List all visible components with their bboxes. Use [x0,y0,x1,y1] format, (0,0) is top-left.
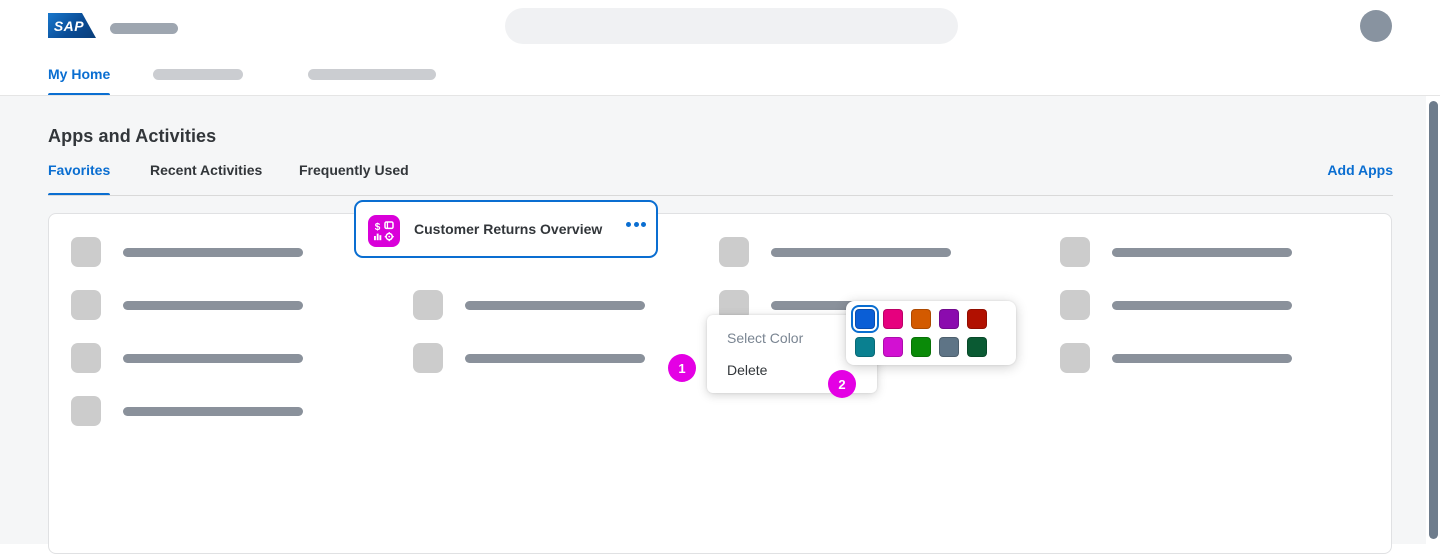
tabs-divider [48,195,1393,196]
app-icon-placeholder [71,237,101,267]
app-icon-placeholder [1060,290,1090,320]
color-swatch-slate[interactable] [939,337,959,357]
color-swatch-dark-green[interactable] [967,337,987,357]
color-swatch-orange[interactable] [911,309,931,329]
app-icon-placeholder [71,343,101,373]
shell-header: SAP [0,0,1440,52]
color-swatch-dark-red[interactable] [967,309,987,329]
nav-tab-placeholder-1[interactable] [153,69,243,80]
color-swatch-grid [851,305,1007,357]
app-icon-placeholder [719,237,749,267]
app-icon-placeholder [413,290,443,320]
page-scrollbar-thumb[interactable] [1429,101,1438,539]
color-swatch-purple[interactable] [939,309,959,329]
tab-frequently-used[interactable]: Frequently Used [299,162,409,196]
shell-search-input[interactable] [505,8,958,44]
color-swatch-magenta[interactable] [883,337,903,357]
app-label-placeholder [1112,353,1292,363]
app-icon-placeholder [1060,237,1090,267]
overflow-dots-icon[interactable] [626,221,646,227]
app-skeleton-row[interactable] [719,231,951,273]
app-skeleton-row[interactable] [71,284,303,326]
tab-recent-activities[interactable]: Recent Activities [150,162,262,196]
app-tile-label: Customer Returns Overview [414,221,603,237]
nav-tab-my-home[interactable]: My Home [48,52,111,96]
tab-recent-activities-label: Recent Activities [150,162,263,178]
section-tabs: Favorites Recent Activities Frequently U… [48,162,1393,196]
user-avatar[interactable] [1360,10,1392,42]
app-label-placeholder [123,406,303,416]
app-skeleton-row[interactable] [1060,337,1292,379]
sap-logo[interactable]: SAP [48,13,96,38]
app-skeleton-row[interactable] [413,284,645,326]
context-menu-item-delete-label: Delete [727,362,768,378]
app-label-placeholder [1112,300,1292,310]
app-skeleton-row[interactable] [413,337,645,379]
shell-nav-bar: My Home [0,52,1440,96]
app-label-placeholder [123,353,303,363]
app-skeleton-row[interactable] [71,390,303,432]
color-palette-popover [846,301,1016,365]
page-title: Apps and Activities [48,126,217,146]
step-badge-1: 1 [668,354,696,382]
color-swatch-teal[interactable] [855,337,875,357]
nav-tab-my-home-label: My Home [48,66,111,82]
svg-text:$: $ [375,222,381,233]
customer-returns-overview-icon: $ [368,215,400,247]
tab-frequently-used-label: Frequently Used [299,162,409,178]
app-skeleton-row[interactable] [71,337,303,379]
app-label-placeholder [465,300,645,310]
tab-favorites-label: Favorites [48,162,111,178]
app-icon-placeholder [71,290,101,320]
sap-logo-text: SAP [53,17,85,34]
app-label-placeholder [123,247,303,257]
header-title-placeholder [110,23,178,34]
app-label-placeholder [465,353,645,363]
page-body: Apps and Activities Favorites Recent Act… [0,96,1440,554]
tab-favorites[interactable]: Favorites [48,162,111,196]
app-tile-customer-returns-overview[interactable]: $ Customer Returns Overview [354,200,658,258]
app-icon-placeholder [1060,343,1090,373]
color-swatch-green[interactable] [911,337,931,357]
app-icon-placeholder [71,396,101,426]
app-skeleton-row[interactable] [1060,231,1292,273]
app-skeleton-row[interactable] [71,231,303,273]
color-swatch-pink[interactable] [883,309,903,329]
step-badge-2: 2 [828,370,856,398]
add-apps-link[interactable]: Add Apps [1327,162,1393,178]
nav-tab-placeholder-2[interactable] [308,69,436,80]
app-label-placeholder [1112,247,1292,257]
context-menu-item-select-color-label: Select Color [727,330,804,346]
app-label-placeholder [771,247,951,257]
app-icon-placeholder [413,343,443,373]
app-label-placeholder [123,300,303,310]
color-swatch-blue[interactable] [851,305,879,333]
app-skeleton-row[interactable] [1060,284,1292,326]
